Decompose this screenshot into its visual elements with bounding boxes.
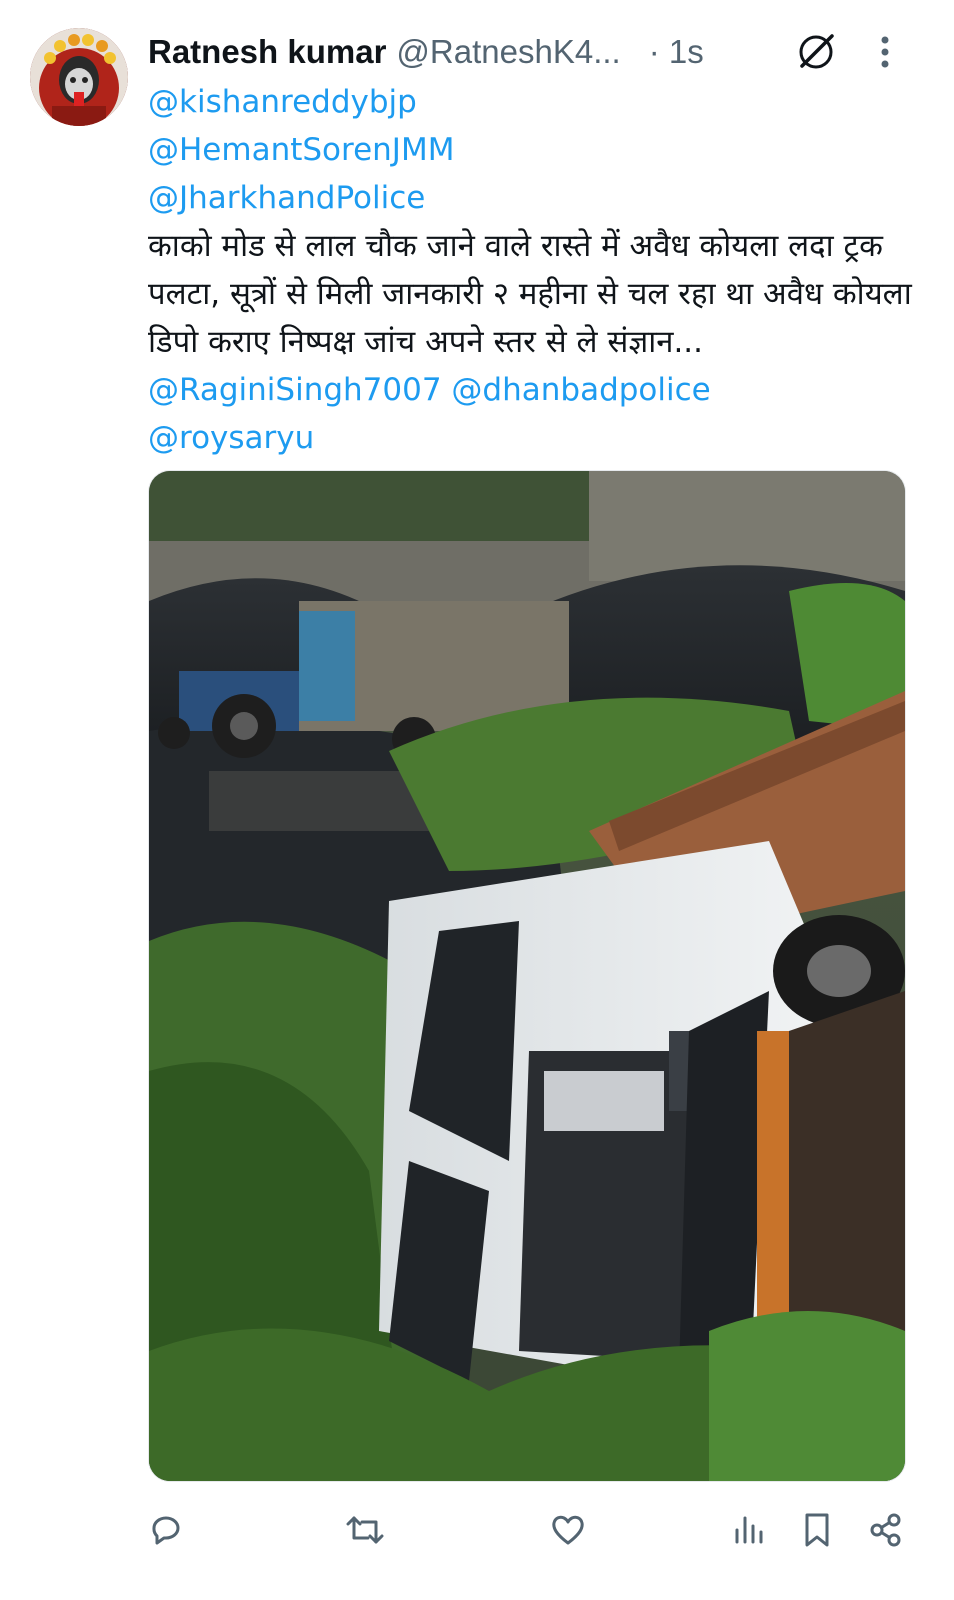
tweet-photo[interactable] <box>148 470 906 1482</box>
grok-icon[interactable] <box>794 30 838 74</box>
mention-link[interactable]: @dhanbadpolice <box>451 372 710 408</box>
mention-link[interactable]: @JharkhandPolice <box>148 180 425 216</box>
retweet-icon[interactable] <box>344 1506 386 1554</box>
mention-link[interactable]: @roysaryu <box>148 420 314 456</box>
reply-icon[interactable] <box>148 1506 184 1554</box>
views-icon[interactable] <box>733 1506 765 1554</box>
author-avatar[interactable] <box>30 28 128 126</box>
more-vertical-icon[interactable] <box>870 30 900 74</box>
mention-link[interactable]: @RaginiSingh7007 <box>148 372 442 408</box>
author-handle[interactable]: @RatneshK4... <box>396 33 620 71</box>
tweet-timestamp[interactable]: · 1s <box>649 33 704 71</box>
mention-link[interactable]: @HemantSorenJMM <box>148 132 454 168</box>
author-name[interactable]: Ratnesh kumar <box>148 33 386 71</box>
tweet-body-text: काको मोड से लाल चौक जाने वाले रास्ते में… <box>148 228 912 360</box>
tweet-action-bar <box>0 1500 954 1560</box>
like-icon[interactable] <box>550 1506 586 1554</box>
tweet-text: @kishanreddybjp @HemantSorenJMM @Jharkha… <box>148 78 918 462</box>
share-icon[interactable] <box>868 1506 904 1554</box>
bookmark-icon[interactable] <box>802 1506 832 1554</box>
mention-link[interactable]: @kishanreddybjp <box>148 84 417 120</box>
